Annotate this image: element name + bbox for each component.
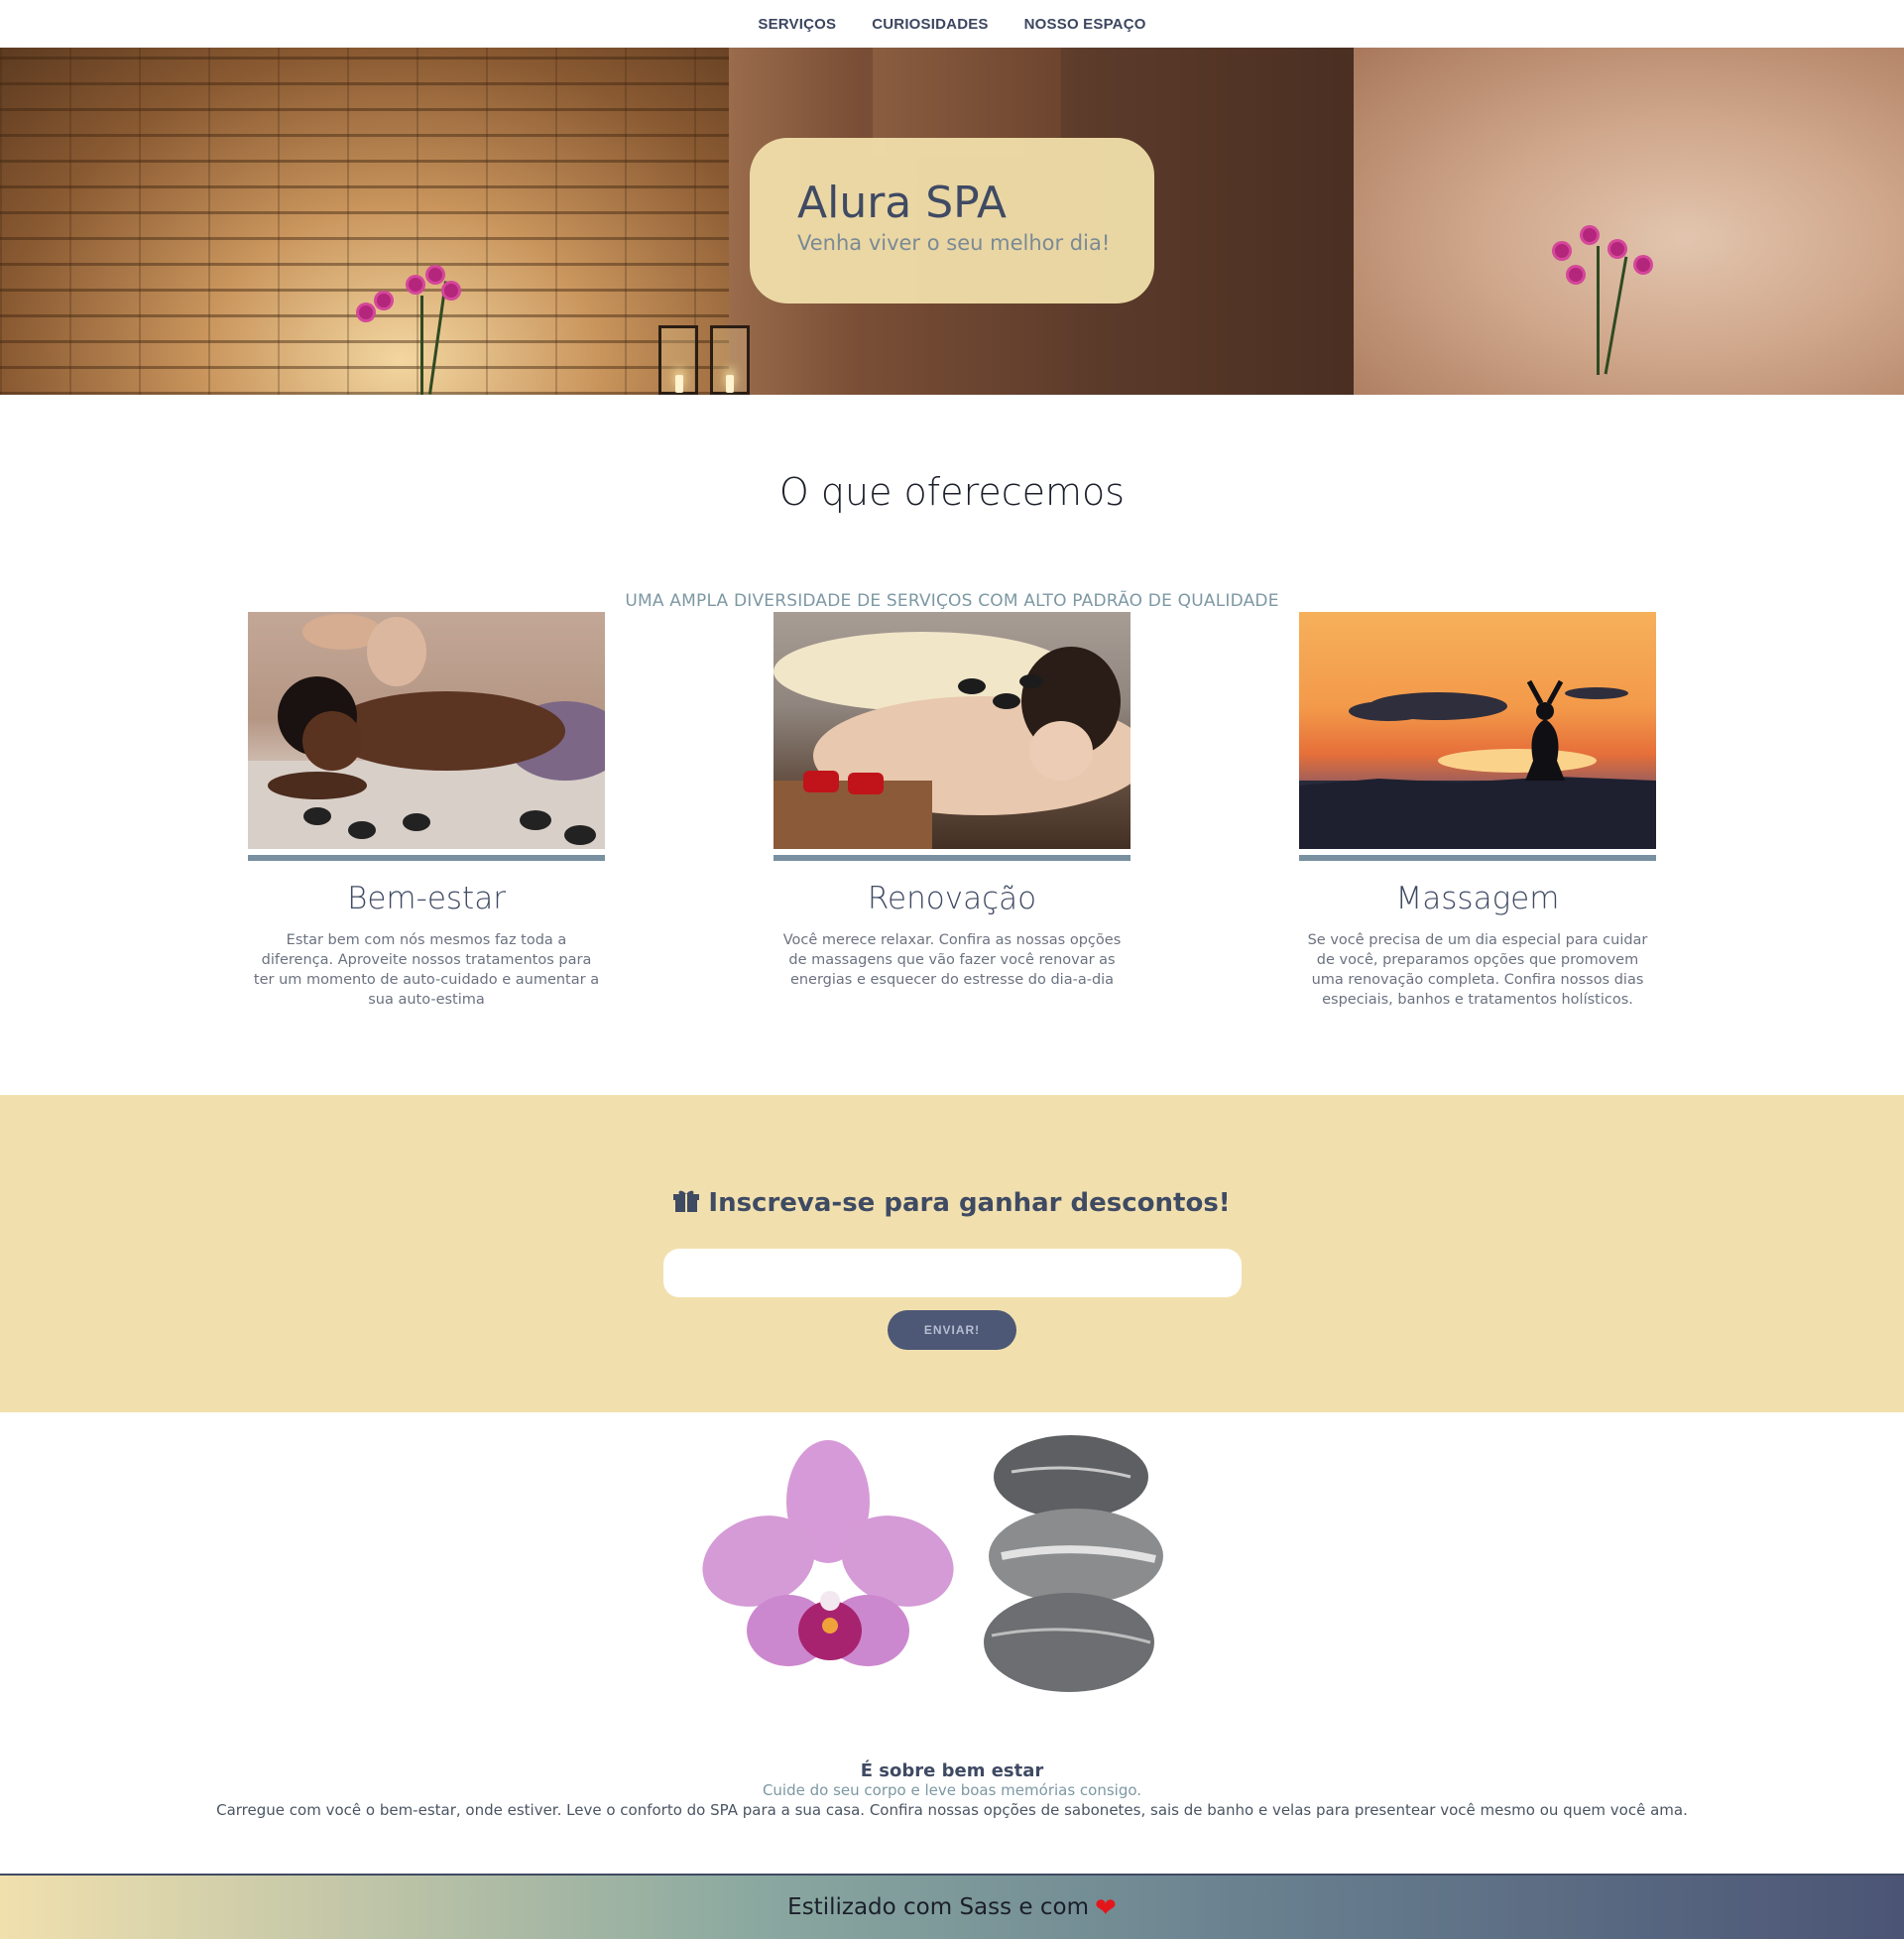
hero-title: Alura SPA (797, 178, 1007, 228)
service-image-massagem (1299, 612, 1656, 849)
newsletter-section: Inscreva-se para ganhar descontos! ENVIA… (0, 1095, 1904, 1412)
orchid-flower (359, 305, 373, 319)
candle (675, 375, 683, 393)
orchid-flower (444, 284, 458, 298)
hero-subtitle: Venha viver o seu melhor dia! (797, 231, 1111, 255)
yoga-sunset-illustration (1299, 679, 1656, 849)
section-subtitle: UMA AMPLA DIVERSIDADE DE SERVIÇOS COM AL… (625, 591, 1279, 611)
newsletter-title-text: Inscreva-se para ganhar descontos! (708, 1188, 1231, 1218)
gift-icon (673, 1189, 700, 1220)
footer: Estilizado com Sass e com ❤ (0, 1874, 1904, 1939)
candle (726, 375, 734, 393)
card-divider (248, 855, 605, 861)
wellness-section: É sobre bem estar Cuide do seu corpo e l… (0, 1412, 1904, 1874)
email-field[interactable] (663, 1249, 1242, 1297)
card-divider (774, 855, 1130, 861)
wellness-title: É sobre bem estar (860, 1760, 1044, 1781)
card-title: Renovação (867, 881, 1037, 916)
footer-text: Estilizado com Sass e com (787, 1894, 1090, 1920)
orchid-stem (1597, 246, 1600, 375)
orchid-and-stones-illustration (702, 1435, 1163, 1692)
orchid-flower (428, 268, 442, 282)
card-text: Se você precisa de um dia especial para … (1307, 932, 1648, 1008)
service-card-renovacao: Renovação Você merece relaxar. Confira a… (774, 612, 1130, 990)
orchid-stem (420, 296, 423, 395)
wellness-text: Carregue com você o bem-estar, onde esti… (216, 1801, 1688, 1819)
card-text: Você merece relaxar. Confira as nossas o… (782, 932, 1122, 988)
hero-banner: Alura SPA Venha viver o seu melhor dia! (0, 48, 1904, 395)
card-title: Massagem (1395, 881, 1560, 916)
nav-item-curiosidades[interactable]: CURIOSIDADES (872, 16, 988, 33)
wellness-subtitle: Cuide do seu corpo e leve boas memórias … (762, 1781, 1142, 1799)
woman-relaxing-illustration (248, 614, 605, 849)
hot-stone-massage-illustration (774, 632, 1130, 849)
hero-background-room (1354, 48, 1904, 395)
orchid-flower (1610, 242, 1624, 256)
orchid-flower (409, 278, 422, 292)
service-card-massagem: Massagem Se você precisa de um dia espec… (1299, 612, 1656, 1010)
top-nav: SERVIÇOS CURIOSIDADES NOSSO ESPAÇO (0, 0, 1904, 48)
nav-item-nosso-espaco[interactable]: NOSSO ESPAÇO (1024, 16, 1146, 33)
card-divider (1299, 855, 1656, 861)
orchid-flower (377, 294, 391, 307)
orchid-flower (1583, 228, 1597, 242)
orchid-flower (1569, 268, 1583, 282)
orchid-flower (1555, 244, 1569, 258)
newsletter-title: Inscreva-se para ganhar descontos! (0, 1188, 1904, 1220)
service-image-bem-estar (248, 612, 605, 849)
service-card-bem-estar: Bem-estar Estar bem com nós mesmos faz t… (248, 612, 605, 1010)
card-title: Bem-estar (347, 881, 506, 916)
orchid-stones-image (694, 1432, 1180, 1700)
heart-icon: ❤ (1095, 1891, 1117, 1922)
hero-title-card: Alura SPA Venha viver o seu melhor dia! (750, 138, 1154, 303)
submit-button[interactable]: ENVIAR! (888, 1310, 1016, 1350)
card-text: Estar bem com nós mesmos faz toda a dife… (253, 932, 600, 1008)
orchid-flower (1636, 258, 1650, 272)
hero-background-wall (0, 48, 729, 395)
services-section: O que oferecemos UMA AMPLA DIVERSIDADE D… (0, 395, 1904, 1095)
nav-item-servicos[interactable]: SERVIÇOS (758, 16, 836, 33)
section-title: O que oferecemos (778, 470, 1126, 514)
service-image-renovacao (774, 612, 1130, 849)
